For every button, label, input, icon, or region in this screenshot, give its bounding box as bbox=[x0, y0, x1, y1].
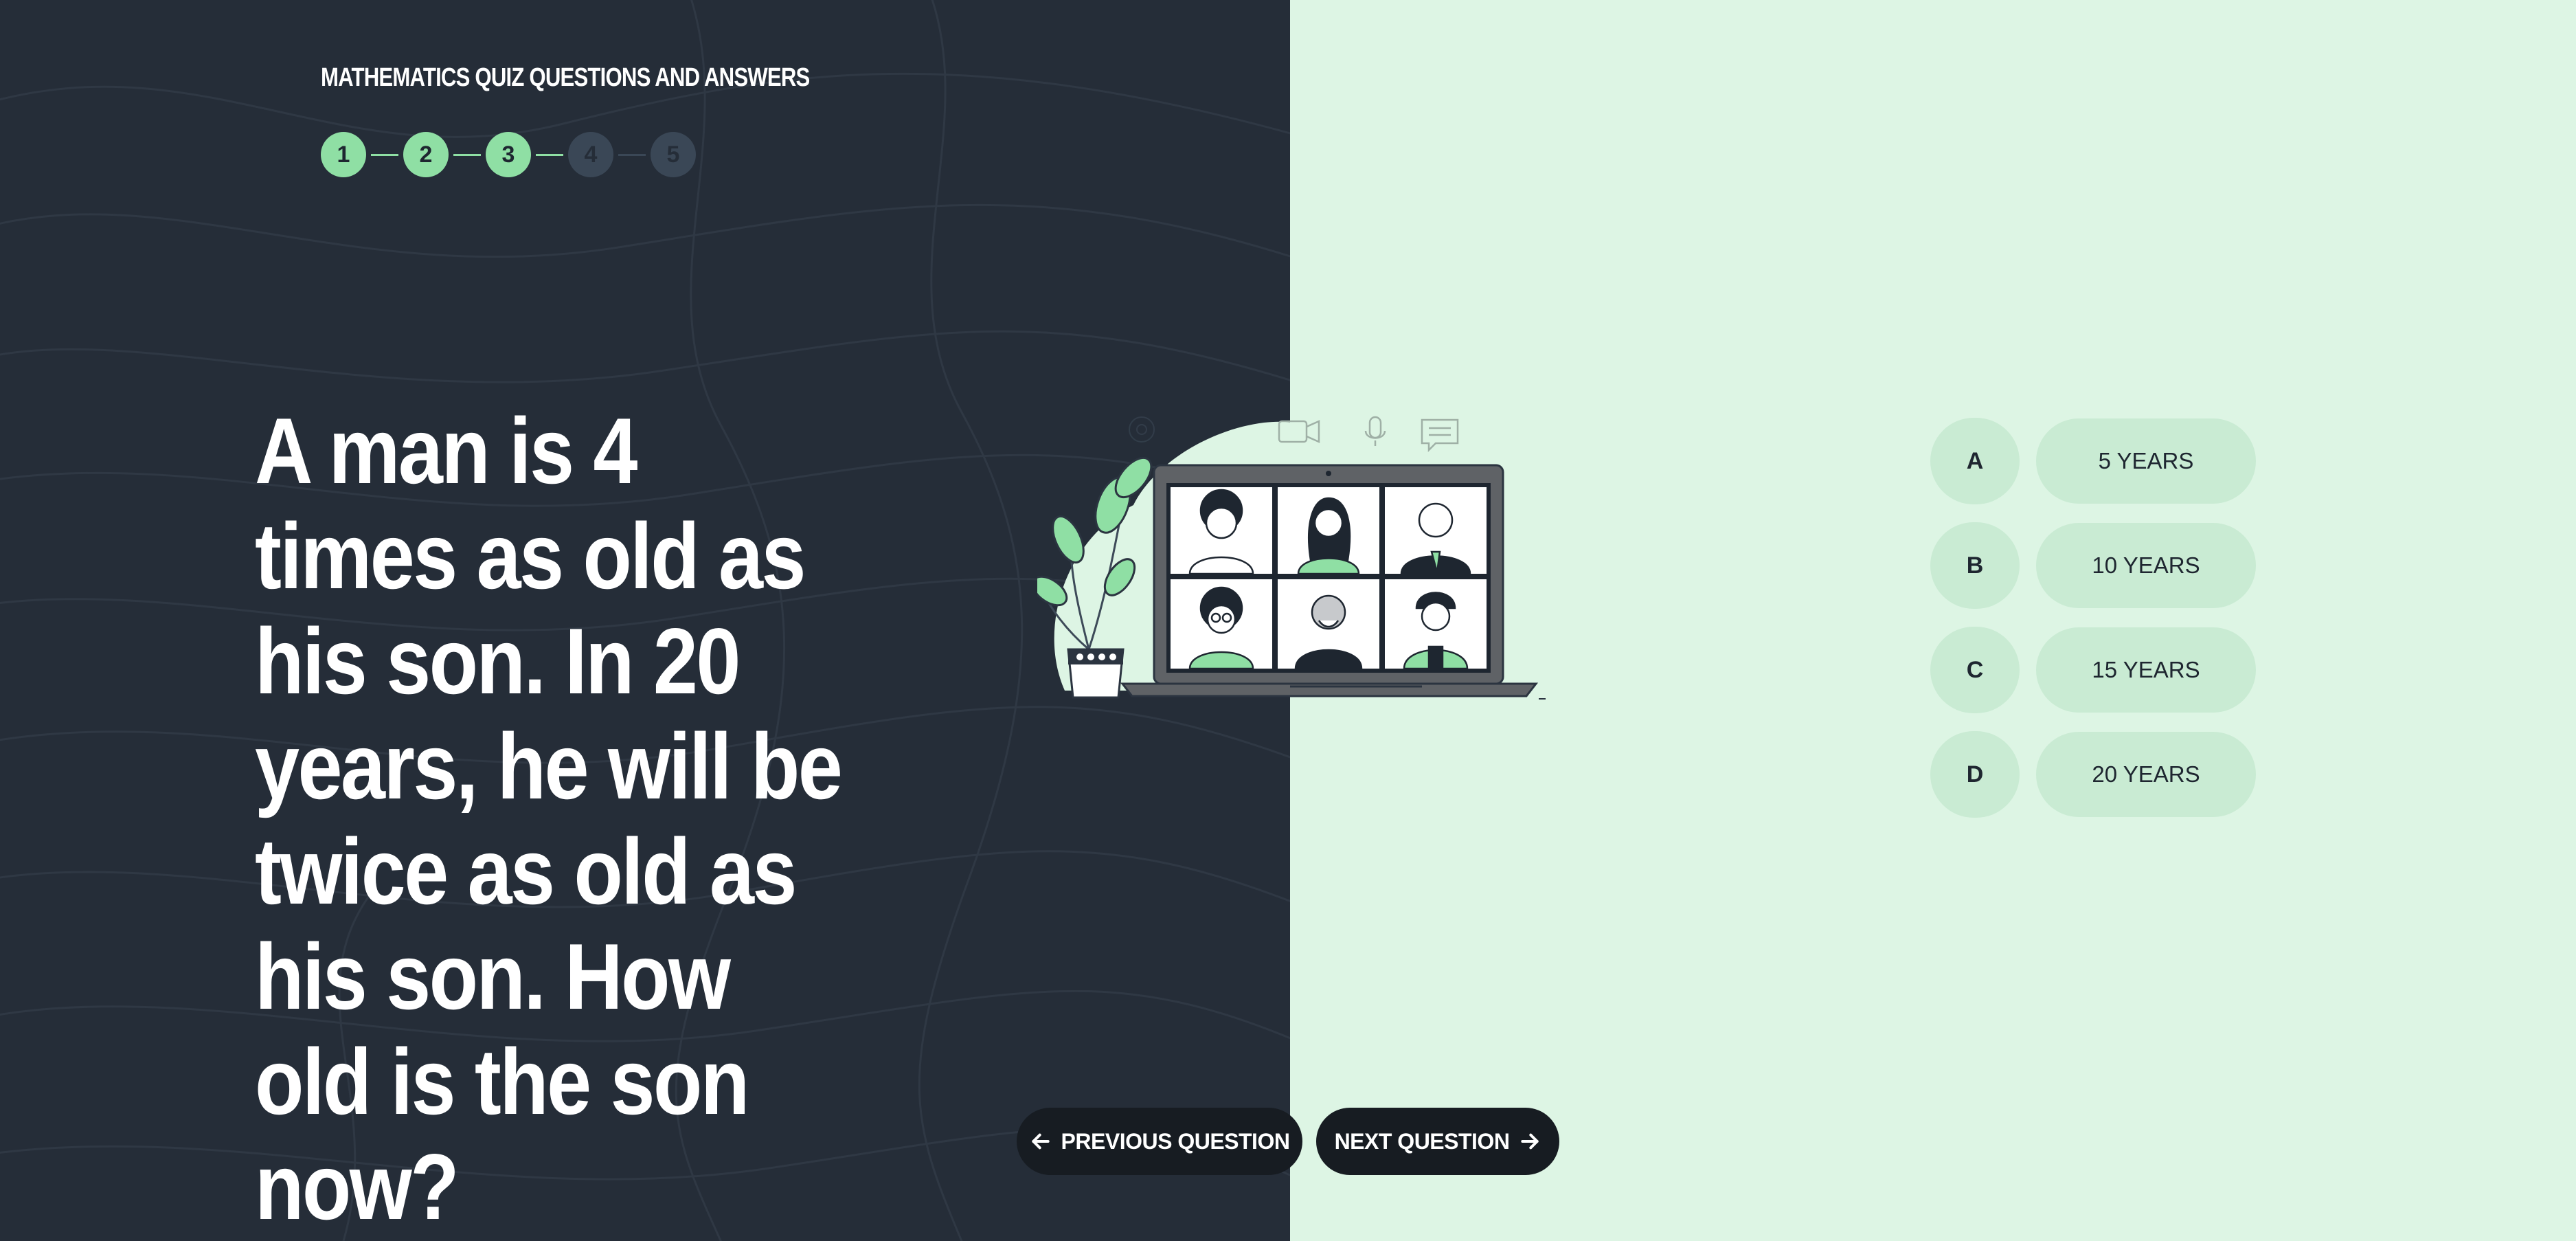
option-value[interactable]: 10 YEARS bbox=[2036, 523, 2256, 608]
chat-icon bbox=[1421, 418, 1459, 453]
answer-options: A 5 YEARS B 10 YEARS C 15 YEARS D 20 YEA… bbox=[1930, 418, 2256, 836]
laptop-icon bbox=[1120, 464, 1546, 700]
next-question-label: NEXT QUESTION bbox=[1334, 1128, 1510, 1154]
step-3[interactable]: 3 bbox=[486, 132, 531, 177]
option-value[interactable]: 5 YEARS bbox=[2036, 418, 2256, 504]
quiz-title: MATHEMATICS QUIZ QUESTIONS AND ANSWERS bbox=[321, 63, 810, 92]
step-5[interactable]: 5 bbox=[651, 132, 696, 177]
answer-option-d[interactable]: D 20 YEARS bbox=[1930, 731, 2256, 818]
answer-option-b[interactable]: B 10 YEARS bbox=[1930, 522, 2256, 609]
webcam-icon bbox=[1129, 416, 1155, 443]
option-value[interactable]: 15 YEARS bbox=[2036, 627, 2256, 713]
step-connector bbox=[536, 153, 563, 156]
option-letter[interactable]: B bbox=[1930, 522, 2020, 609]
arrow-left-icon bbox=[1031, 1133, 1050, 1150]
answer-option-c[interactable]: C 15 YEARS bbox=[1930, 627, 2256, 713]
option-value[interactable]: 20 YEARS bbox=[2036, 732, 2256, 817]
progress-steps: 1 2 3 4 5 bbox=[321, 131, 696, 178]
option-letter[interactable]: C bbox=[1930, 627, 2020, 713]
answer-option-a[interactable]: A 5 YEARS bbox=[1930, 418, 2256, 504]
previous-question-label: PREVIOUS QUESTION bbox=[1061, 1128, 1290, 1154]
step-connector bbox=[453, 153, 481, 156]
previous-question-button[interactable]: PREVIOUS QUESTION bbox=[1017, 1108, 1302, 1175]
step-connector bbox=[371, 153, 398, 156]
option-letter[interactable]: A bbox=[1930, 418, 2020, 504]
quiz-page: MATHEMATICS QUIZ QUESTIONS AND ANSWERS 1… bbox=[0, 0, 2576, 1241]
microphone-icon bbox=[1364, 416, 1386, 446]
option-letter[interactable]: D bbox=[1930, 731, 2020, 818]
next-question-button[interactable]: NEXT QUESTION bbox=[1316, 1108, 1559, 1175]
arrow-right-icon bbox=[1521, 1133, 1539, 1150]
step-1[interactable]: 1 bbox=[321, 132, 366, 177]
question-text: A man is 4 times as old as his son. In 2… bbox=[255, 399, 843, 1239]
step-2[interactable]: 2 bbox=[403, 132, 449, 177]
step-connector bbox=[618, 153, 646, 156]
step-4[interactable]: 4 bbox=[568, 132, 613, 177]
video-call-illustration bbox=[1037, 416, 1546, 700]
